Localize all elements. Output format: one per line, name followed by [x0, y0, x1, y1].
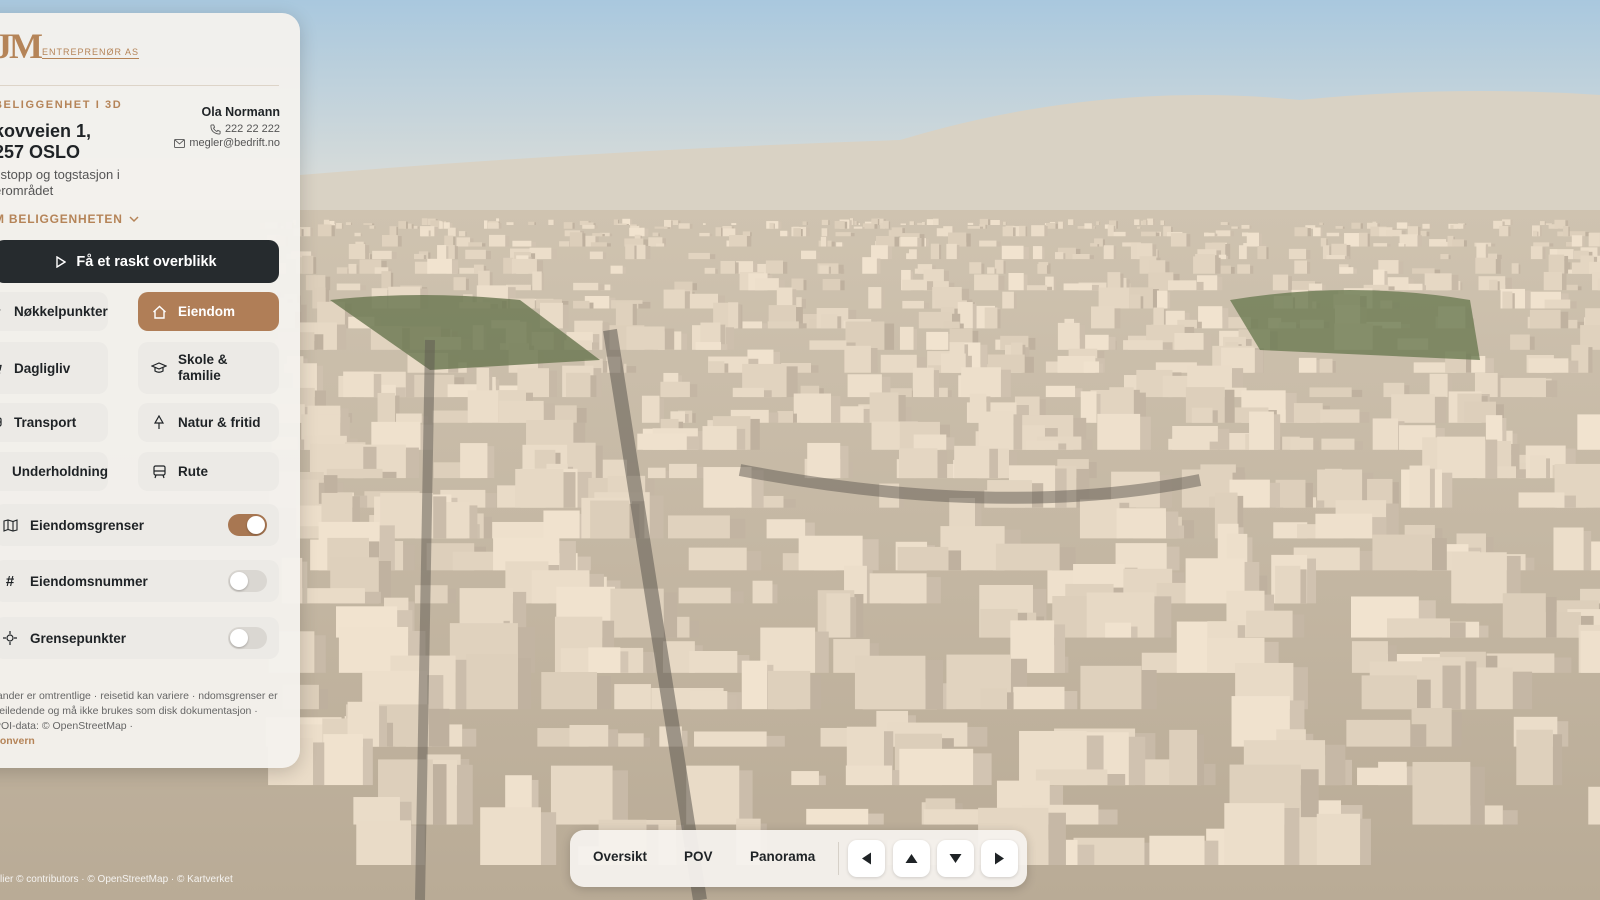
toggle-eiendomsgrenser[interactable] — [228, 514, 267, 536]
arrow-down-icon — [949, 854, 962, 863]
mail-icon — [174, 138, 186, 148]
layer-grensepunkter: Grensepunkter — [0, 617, 279, 659]
arrow-right-icon — [995, 852, 1004, 865]
graduation-cap-icon — [150, 359, 168, 377]
cart-icon — [0, 359, 4, 377]
star-icon: ☆ — [0, 303, 4, 321]
category-transport[interactable]: Transport — [0, 403, 108, 442]
route-icon — [150, 463, 168, 481]
toggle-grensepunkter[interactable] — [228, 627, 267, 649]
location-description: sstopp og togstasjon i erområdet — [0, 167, 120, 198]
privacy-link[interactable]: sonvern — [0, 735, 35, 747]
toggle-eiendomsnummer[interactable] — [228, 570, 267, 592]
category-dagligliv[interactable]: Dagligliv — [0, 342, 108, 394]
crosshair-icon — [0, 631, 20, 645]
pan-left-button[interactable] — [848, 840, 885, 877]
chevron-down-icon — [129, 215, 139, 222]
hash-icon: # — [5, 572, 15, 590]
disclaimer-text: tander er omtrentlige · reisetid kan var… — [0, 689, 279, 749]
category-eiendom[interactable]: Eiendom — [138, 292, 279, 331]
tab-pov[interactable]: POV — [684, 849, 713, 864]
category-skole-familie[interactable]: Skole & familie — [138, 342, 279, 394]
layer-eiendomsnummer: # Eiendomsnummer — [0, 560, 279, 602]
tree-icon — [150, 414, 168, 432]
section-eyebrow: BELIGGENHET I 3D — [0, 99, 123, 111]
home-icon — [150, 303, 168, 321]
divider — [0, 85, 279, 86]
arrow-up-icon — [905, 854, 918, 863]
phone-icon — [210, 123, 221, 135]
pan-down-button[interactable] — [937, 840, 974, 877]
category-natur-fritid[interactable]: Natur & fritid — [138, 403, 279, 442]
category-underholdning[interactable]: ☆ Underholdning — [0, 452, 108, 491]
map-attribution: lier © contributors · © OpenStreetMap · … — [0, 874, 233, 885]
company-logo: JM ENTREPRENØR AS — [0, 26, 140, 66]
about-location-toggle[interactable]: M BELIGGENHETEN — [0, 212, 139, 226]
star-icon: ☆ — [0, 463, 2, 481]
agent-name: Ola Normann — [201, 105, 281, 119]
tab-panorama[interactable]: Panorama — [750, 849, 815, 864]
bus-icon — [0, 414, 4, 432]
tab-oversikt[interactable]: Oversikt — [593, 849, 647, 864]
divider — [838, 842, 839, 875]
pan-right-button[interactable] — [981, 840, 1018, 877]
pan-up-button[interactable] — [893, 840, 930, 877]
category-rute[interactable]: Rute — [138, 452, 279, 491]
play-icon — [56, 255, 67, 268]
view-controls: Oversikt POV Panorama — [570, 830, 1027, 887]
quick-overview-button[interactable]: Få et raskt overblikk — [0, 240, 279, 283]
layer-eiendomsgrenser: Eiendomsgrenser — [0, 504, 279, 546]
map-icon — [0, 518, 20, 532]
info-panel: JM ENTREPRENØR AS BELIGGENHET I 3D kovve… — [0, 13, 300, 768]
category-nokkelpunkter[interactable]: ☆ Nøkkelpunkter — [0, 292, 108, 331]
property-address: kovveien 1, 257 OSLO — [0, 121, 92, 162]
arrow-left-icon — [862, 852, 871, 865]
agent-phone[interactable]: 222 22 222 — [174, 123, 280, 135]
agent-email[interactable]: megler@bedrift.no — [174, 137, 280, 149]
agent-contact: Ola Normann 222 22 222 megler@bedrift.no — [174, 105, 280, 149]
